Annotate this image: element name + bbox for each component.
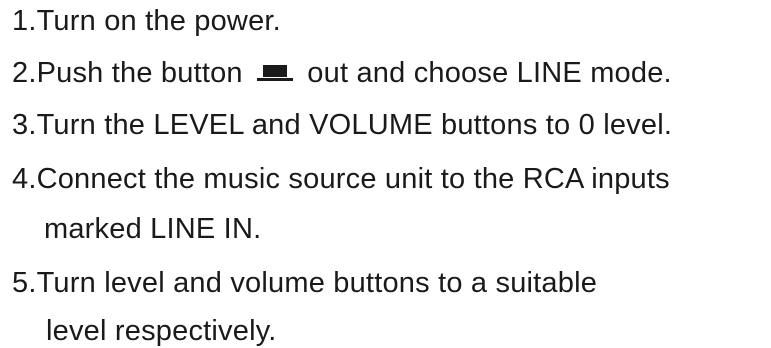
step-2: 2.Push the button out and choose LINE mo…: [12, 56, 672, 90]
step-4-line-2: marked LINE IN.: [44, 213, 262, 245]
step-5-line-1: 5.Turn level and volume buttons to a sui…: [12, 267, 598, 299]
step-3: 3.Turn the LEVEL and VOLUME buttons to 0…: [12, 109, 673, 141]
step-2-text-before: 2.Push the button: [12, 57, 243, 89]
instruction-list: 1.Turn on the power. 2.Push the button o…: [0, 0, 771, 347]
step-1: 1.Turn on the power.: [12, 5, 281, 37]
step-4-line-1: 4.Connect the music source unit to the R…: [12, 163, 670, 195]
step-5-line-2: level respectively.: [46, 315, 277, 347]
step-2-text-after: out and choose LINE mode.: [307, 57, 672, 89]
push-button-icon: [255, 63, 295, 83]
